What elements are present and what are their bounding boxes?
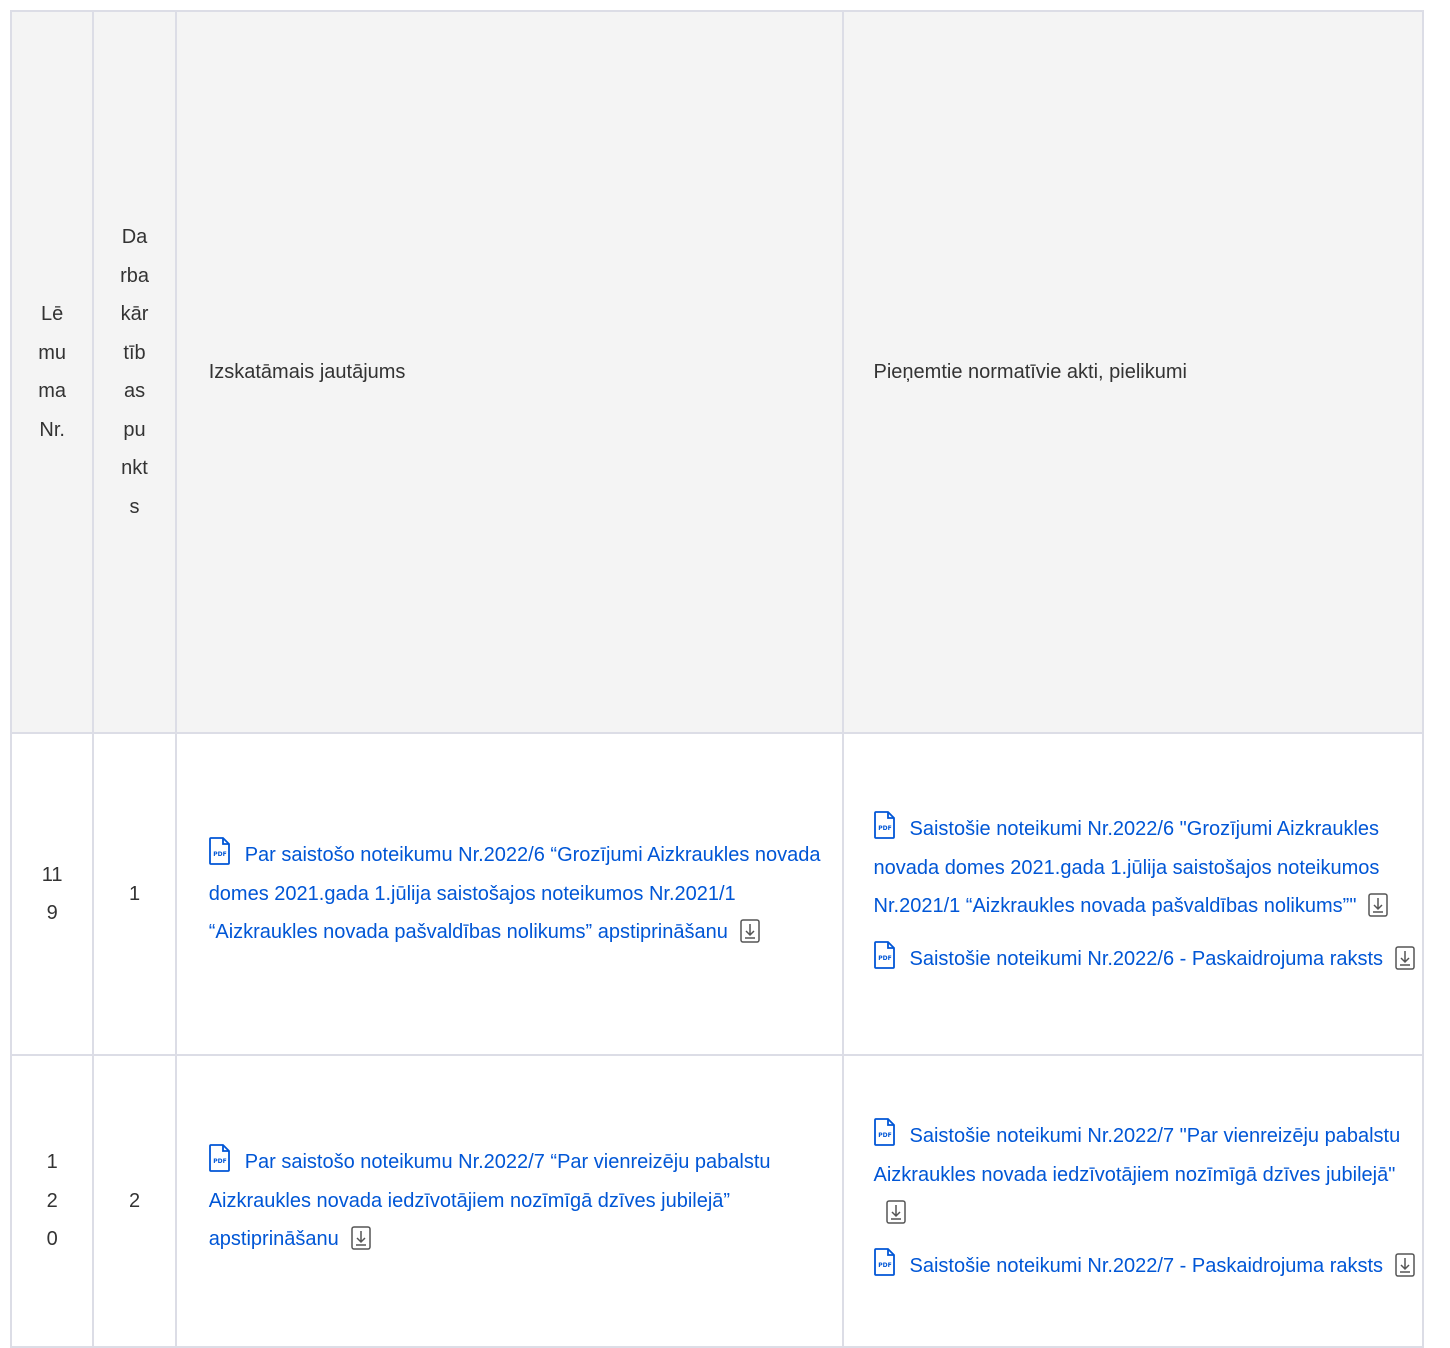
pdf-file-icon: PDF	[873, 1118, 910, 1147]
table-row: 120 2 PDF Par saistošo noteikumu Nr.2022/…	[9, 1054, 1425, 1348]
explanatory-note-link[interactable]: PDF Saistošie noteikumi Nr.2022/7 - Paska…	[873, 1247, 1422, 1286]
decisions-table: Lēmuma Nr. Darbakārtības punkts Izskatām…	[9, 10, 1425, 1348]
table-row: 119 1 PDF Par saistošo noteikumu Nr.2022/…	[9, 732, 1425, 1056]
download-icon[interactable]	[874, 1200, 906, 1224]
svg-text:PDF: PDF	[878, 825, 891, 832]
decision-number: 120	[9, 1054, 95, 1348]
act-document-link[interactable]: PDF Saistošie noteikumi Nr.2022/6 "Grozīj…	[874, 810, 1422, 926]
download-icon[interactable]	[339, 1226, 371, 1250]
pdf-file-icon: PDF	[208, 1144, 245, 1173]
question-document-link[interactable]: PDF Par saistošo noteikumu Nr.2022/7 “Par…	[209, 1143, 826, 1259]
download-icon[interactable]	[1383, 945, 1415, 970]
download-icon[interactable]	[1383, 1252, 1415, 1277]
pdf-file-icon: PDF	[873, 940, 910, 970]
decision-number: 119	[9, 732, 95, 1056]
question-document-link[interactable]: PDF Par saistošo noteikumu Nr.2022/6 “Gro…	[209, 836, 826, 952]
acts-cell: PDF Saistošie noteikumi Nr.2022/6 "Grozīj…	[841, 732, 1425, 1056]
svg-text:PDF: PDF	[213, 1158, 226, 1165]
agenda-item-number: 2	[92, 1054, 177, 1348]
pdf-file-icon: PDF	[873, 1247, 910, 1277]
svg-text:PDF: PDF	[878, 1132, 891, 1139]
svg-text:PDF: PDF	[213, 851, 226, 858]
agenda-item-number: 1	[92, 732, 177, 1056]
explanatory-note-link[interactable]: PDF Saistošie noteikumi Nr.2022/6 - Paska…	[873, 940, 1422, 979]
download-icon[interactable]	[728, 919, 760, 943]
svg-text:PDF: PDF	[878, 955, 891, 962]
header-agenda-item: Darbakārtības punkts	[92, 10, 177, 734]
svg-text:PDF: PDF	[878, 1262, 891, 1269]
pdf-file-icon: PDF	[208, 837, 245, 866]
question-cell: PDF Par saistošo noteikumu Nr.2022/7 “Par…	[174, 1054, 844, 1348]
question-cell: PDF Par saistošo noteikumu Nr.2022/6 “Gro…	[174, 732, 844, 1056]
download-icon[interactable]	[1356, 893, 1389, 917]
pdf-file-icon: PDF	[873, 811, 910, 840]
header-question: Izskatāmais jautājums	[174, 10, 844, 734]
header-decision-no: Lēmuma Nr.	[9, 10, 95, 734]
header-acts: Pieņemtie normatīvie akti, pielikumi	[841, 10, 1425, 734]
act-document-link[interactable]: PDF Saistošie noteikumi Nr.2022/7 "Par vi…	[874, 1117, 1422, 1233]
acts-cell: PDF Saistošie noteikumi Nr.2022/7 "Par vi…	[841, 1054, 1425, 1348]
table-header-row: Lēmuma Nr. Darbakārtības punkts Izskatām…	[9, 10, 1425, 734]
